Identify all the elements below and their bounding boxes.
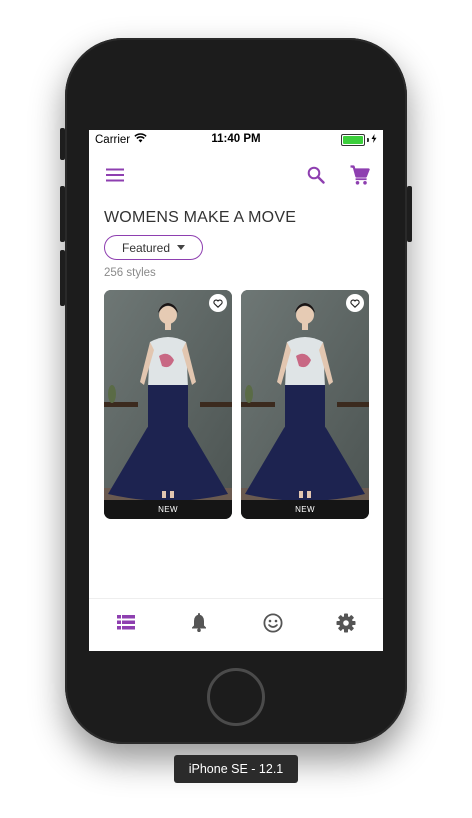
caret-down-icon xyxy=(177,245,186,250)
product-card[interactable]: NEW xyxy=(104,290,232,519)
status-bar: Carrier 11:40 PM xyxy=(89,130,383,150)
new-badge: NEW xyxy=(241,500,369,519)
heart-outline-icon[interactable] xyxy=(346,294,364,312)
device-label: iPhone SE - 12.1 xyxy=(174,755,298,783)
app-bar xyxy=(89,158,383,192)
styles-count: 256 styles xyxy=(104,267,156,279)
clock: 11:40 PM xyxy=(211,133,261,145)
new-badge: NEW xyxy=(104,500,232,519)
nav-item-list[interactable] xyxy=(89,599,163,651)
sort-dropdown[interactable]: Featured xyxy=(104,235,203,260)
product-image xyxy=(104,290,232,500)
bell-icon xyxy=(191,613,207,637)
page-title: WOMENS MAKE A MOVE xyxy=(104,209,297,226)
smiley-icon xyxy=(263,612,283,638)
gear-icon xyxy=(336,613,356,638)
bolt-icon xyxy=(371,134,377,146)
app-screen: Carrier 11:40 PM WOMENS MAKE A MOVE Feat… xyxy=(89,130,383,651)
sort-label: Featured xyxy=(121,240,171,255)
product-card[interactable]: NEW xyxy=(241,290,369,519)
power-button xyxy=(407,186,412,242)
nav-item-notifications[interactable] xyxy=(163,599,237,651)
bottom-nav xyxy=(89,599,383,651)
list-icon xyxy=(116,615,135,635)
mute-switch xyxy=(60,128,65,160)
product-image xyxy=(241,290,369,500)
home-button[interactable] xyxy=(207,668,265,726)
nav-item-settings[interactable] xyxy=(310,599,384,651)
battery-group xyxy=(341,134,377,146)
cart-icon[interactable] xyxy=(347,162,373,188)
nav-item-profile[interactable] xyxy=(236,599,310,651)
volume-down-button xyxy=(60,250,65,306)
menu-icon[interactable] xyxy=(102,162,128,188)
battery-icon xyxy=(341,134,365,146)
search-icon[interactable] xyxy=(303,162,329,188)
heart-outline-icon[interactable] xyxy=(209,294,227,312)
volume-up-button xyxy=(60,186,65,242)
battery-tip xyxy=(367,138,369,142)
